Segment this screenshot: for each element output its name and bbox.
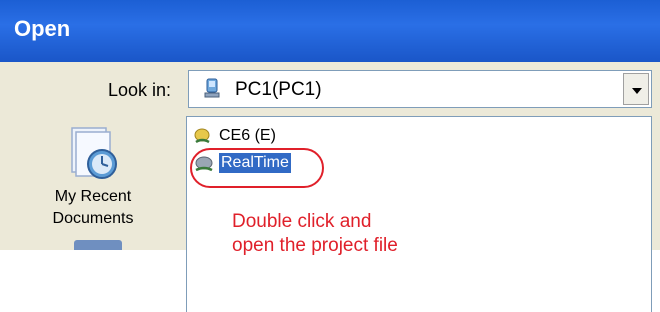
recent-documents-label-line2[interactable]: Documents [0,210,186,228]
recent-documents-label[interactable]: My Recent [0,188,186,206]
look-in-dropdown[interactable]: PC1(PC1) [188,70,652,108]
annotation-text: Double click and open the project file [232,210,398,258]
dropdown-button[interactable] [623,73,649,105]
desktop-icon[interactable] [74,240,122,250]
annotation-line-2: open the project file [232,235,398,256]
recent-documents-icon[interactable] [62,124,124,184]
drive-icon [194,128,210,144]
look-in-value: PC1(PC1) [235,79,322,100]
highlight-circle [190,148,324,188]
chevron-down-icon [632,88,642,94]
title-bar[interactable]: Open [0,0,660,62]
computer-icon [204,78,220,98]
places-bar: My Recent Documents [0,116,186,250]
window-title: Open [14,16,71,41]
look-in-label: Look in: [108,80,172,100]
annotation-line-1: Double click and [232,211,372,232]
list-item-label: CE6 (E) [219,127,276,144]
